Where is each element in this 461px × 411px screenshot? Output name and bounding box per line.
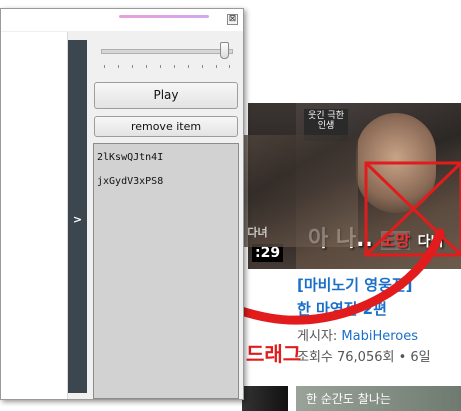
video-meta: 조회수 76,056회 • 6일 [297, 350, 431, 365]
list-item[interactable]: jxGydV3xPS8 [97, 176, 163, 187]
video-title[interactable]: [마비노기 영웅전] 한 마영전 2편 [297, 273, 461, 321]
thumbnail-person [356, 113, 436, 213]
bottom-video-thumbnail-left[interactable] [242, 386, 288, 411]
play-button[interactable]: Play [94, 82, 238, 109]
title-accent [119, 15, 209, 18]
video-title-line2[interactable]: 한 마영전 2편 [297, 297, 461, 321]
title-bar[interactable]: ⊠ [1, 9, 243, 31]
close-button[interactable]: ⊠ [227, 14, 238, 25]
volume-slider-thumb[interactable] [220, 42, 229, 59]
drag-label: 드래그 [246, 342, 302, 366]
volume-slider-track[interactable] [101, 49, 233, 54]
collapsed-panel [1, 32, 68, 399]
player-window: ⊠ > Play remove item 2lKswQJtn4I jxGydV3… [0, 8, 244, 400]
author-link[interactable]: MabiHeroes [341, 329, 418, 344]
bottom-video-thumbnail[interactable]: 한 순간도 찰나는 [296, 386, 461, 411]
panel-toggle-label: > [72, 213, 83, 226]
video-author: 게시자: MabiHeroes [297, 329, 419, 344]
video-title-line1[interactable]: [마비노기 영웅전] [297, 273, 461, 297]
list-item[interactable]: 2lKswQJtn4I [97, 152, 163, 163]
remove-item-button[interactable]: remove item [94, 116, 238, 137]
panel-toggle-bar[interactable]: > [68, 40, 87, 393]
playlist-listbox[interactable]: 2lKswQJtn4I jxGydV3xPS8 [93, 143, 239, 399]
